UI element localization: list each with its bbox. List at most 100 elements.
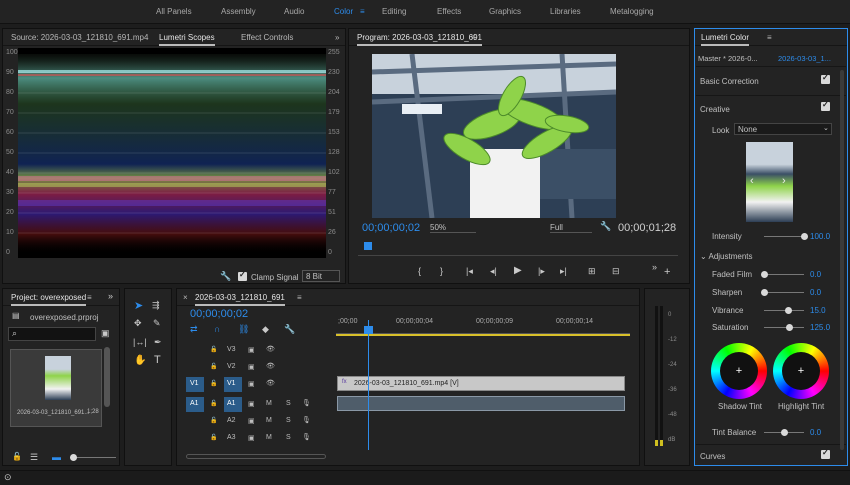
clamp-signal-checkbox[interactable] [238, 270, 247, 281]
program-title[interactable]: Program: 2026-03-03_121810_691 [357, 33, 482, 46]
clip-thumbnail-card[interactable]: 2026-03-03_121810_691... 1;28 [10, 349, 102, 427]
workspace-menu-icon[interactable]: ≡ [360, 7, 365, 16]
track-target[interactable]: V3 [224, 343, 242, 358]
eye-icon[interactable]: 👁 [266, 345, 275, 353]
timeline-timecode[interactable]: 00;00;00;02 [190, 308, 248, 320]
snap-icon[interactable]: ∩ [214, 324, 220, 334]
highlight-tint-wheel[interactable]: + [773, 343, 829, 399]
look-chevron-down-icon[interactable]: ⌄ [823, 124, 829, 132]
panel-overflow-icon[interactable]: » [335, 33, 339, 42]
audio-clip[interactable] [337, 396, 625, 411]
curves-checkbox[interactable] [821, 448, 830, 459]
lock-icon[interactable]: 🔓 [210, 380, 217, 387]
export-frame-icon[interactable]: » [652, 262, 657, 272]
vibrance-knob[interactable] [785, 307, 792, 314]
resolution-select[interactable]: Full [550, 223, 592, 233]
timeline-title[interactable]: 2026-03-03_121810_691 [195, 293, 285, 306]
faded-film-value[interactable]: 0.0 [810, 270, 821, 279]
curves-header[interactable]: Curves [700, 452, 725, 461]
lift-icon[interactable]: ⊞ [588, 266, 596, 277]
solo-button[interactable]: S [286, 400, 291, 407]
settings-wrench-icon[interactable]: 🔧 [600, 221, 611, 232]
wrench-icon[interactable]: 🔧 [220, 271, 231, 282]
sync-lock-icon[interactable]: ▣ [248, 346, 255, 354]
lumetri-master-tab[interactable]: Master * 2026-0... [698, 54, 758, 63]
program-menu-icon[interactable]: ≡ [471, 33, 476, 42]
program-scrubber[interactable] [358, 242, 678, 256]
sharpen-knob[interactable] [761, 289, 768, 296]
look-next-icon[interactable]: › [782, 175, 786, 187]
razor-icon[interactable]: ✎ [153, 318, 161, 329]
track-target[interactable]: V2 [224, 360, 242, 375]
intensity-knob[interactable] [801, 233, 808, 240]
workspace-color[interactable]: Color [334, 7, 353, 16]
sync-lock-icon[interactable]: ▣ [248, 434, 255, 442]
eye-icon[interactable]: 👁 [266, 362, 275, 370]
timeline-menu-icon[interactable]: ≡ [297, 293, 302, 302]
vibrance-slider[interactable] [764, 307, 804, 314]
workspace-metalogging[interactable]: Metalogging [610, 7, 654, 16]
ripple-edit-icon[interactable]: ✥ [134, 318, 142, 329]
lock-icon[interactable]: 🔓 [210, 434, 217, 441]
sync-lock-icon[interactable]: ▣ [248, 380, 255, 388]
program-timecode-current[interactable]: 00;00;00;02 [362, 222, 420, 234]
lumetri-menu-icon[interactable]: ≡ [767, 33, 772, 42]
go-to-in-icon[interactable]: |◂ [466, 266, 473, 277]
add-marker-icon[interactable]: ◆ [262, 324, 269, 335]
workspace-effects[interactable]: Effects [437, 7, 461, 16]
tint-balance-slider[interactable] [764, 429, 804, 436]
tint-balance-value[interactable]: 0.0 [810, 428, 821, 437]
track-target[interactable]: V1 [224, 377, 242, 392]
shadow-tint-wheel[interactable]: + [711, 343, 767, 399]
timeline-horizontal-scrollbar[interactable] [186, 454, 326, 459]
track-target[interactable]: A1 [224, 397, 242, 412]
new-bin-icon[interactable]: ▣ [101, 328, 110, 339]
lock-icon[interactable]: 🔓 [210, 346, 217, 353]
sharpen-value[interactable]: 0.0 [810, 288, 821, 297]
microphone-icon[interactable]: 🎙 [302, 399, 311, 407]
creative-header[interactable]: Creative [700, 105, 730, 114]
add-button-icon[interactable]: + [664, 266, 670, 278]
sharpen-slider[interactable] [761, 289, 804, 296]
faded-film-slider[interactable] [761, 271, 804, 278]
solo-button[interactable]: S [286, 417, 291, 424]
project-search-input[interactable] [8, 327, 96, 341]
lumetri-clip-tab[interactable]: 2026-03-03_1... [778, 54, 831, 63]
lock-icon[interactable]: 🔓 [210, 363, 217, 370]
track-target[interactable]: A3 [224, 431, 242, 446]
eye-icon[interactable]: 👁 [266, 379, 275, 387]
tab-lumetri-scopes[interactable]: Lumetri Scopes [159, 33, 215, 46]
lock-icon-project[interactable]: 🔓 [12, 452, 22, 461]
play-icon[interactable]: ▶ [514, 265, 522, 276]
thumbnail-size-knob[interactable] [70, 454, 77, 461]
workspace-all-panels[interactable]: All Panels [156, 7, 192, 16]
work-area-bar[interactable] [336, 334, 630, 336]
linked-selection-icon[interactable]: ⛓ [238, 324, 249, 335]
lumetri-title[interactable]: Lumetri Color [701, 33, 750, 46]
project-scrollbar[interactable] [104, 347, 110, 407]
mark-in-icon[interactable]: { [418, 266, 421, 276]
track-select-icon[interactable]: ⇶ [152, 300, 160, 311]
bit-depth-select[interactable]: 8 Bit [302, 270, 340, 282]
lock-icon[interactable]: 🔓 [210, 400, 217, 407]
saturation-value[interactable]: 125.0 [810, 323, 830, 332]
timeline-settings-icon[interactable]: 🔧 [284, 324, 295, 335]
microphone-icon[interactable]: 🎙 [302, 416, 311, 424]
playhead-handle[interactable] [364, 326, 373, 334]
list-view-icon[interactable]: ☰ [30, 452, 38, 463]
basic-correction-checkbox[interactable] [821, 73, 830, 84]
adjustments-header[interactable]: ⌄ Adjustments [700, 252, 753, 261]
step-forward-icon[interactable]: |▸ [538, 266, 545, 277]
solo-button[interactable]: S [286, 434, 291, 441]
sync-lock-icon[interactable]: ▣ [248, 417, 255, 425]
saturation-knob[interactable] [785, 324, 793, 331]
microphone-icon[interactable]: 🎙 [302, 433, 311, 441]
nest-icon[interactable]: ⇄ [190, 324, 198, 335]
tab-source[interactable]: Source: 2026-03-03_121810_691.mp4 [11, 33, 148, 42]
faded-film-knob[interactable] [761, 271, 768, 278]
look-prev-icon[interactable]: ‹ [750, 175, 754, 187]
saturation-slider[interactable] [764, 324, 804, 331]
thumbnail-size-slider[interactable] [70, 454, 116, 461]
icon-view-icon[interactable]: ▬ [52, 452, 61, 462]
go-to-out-icon[interactable]: ▸| [560, 266, 567, 277]
